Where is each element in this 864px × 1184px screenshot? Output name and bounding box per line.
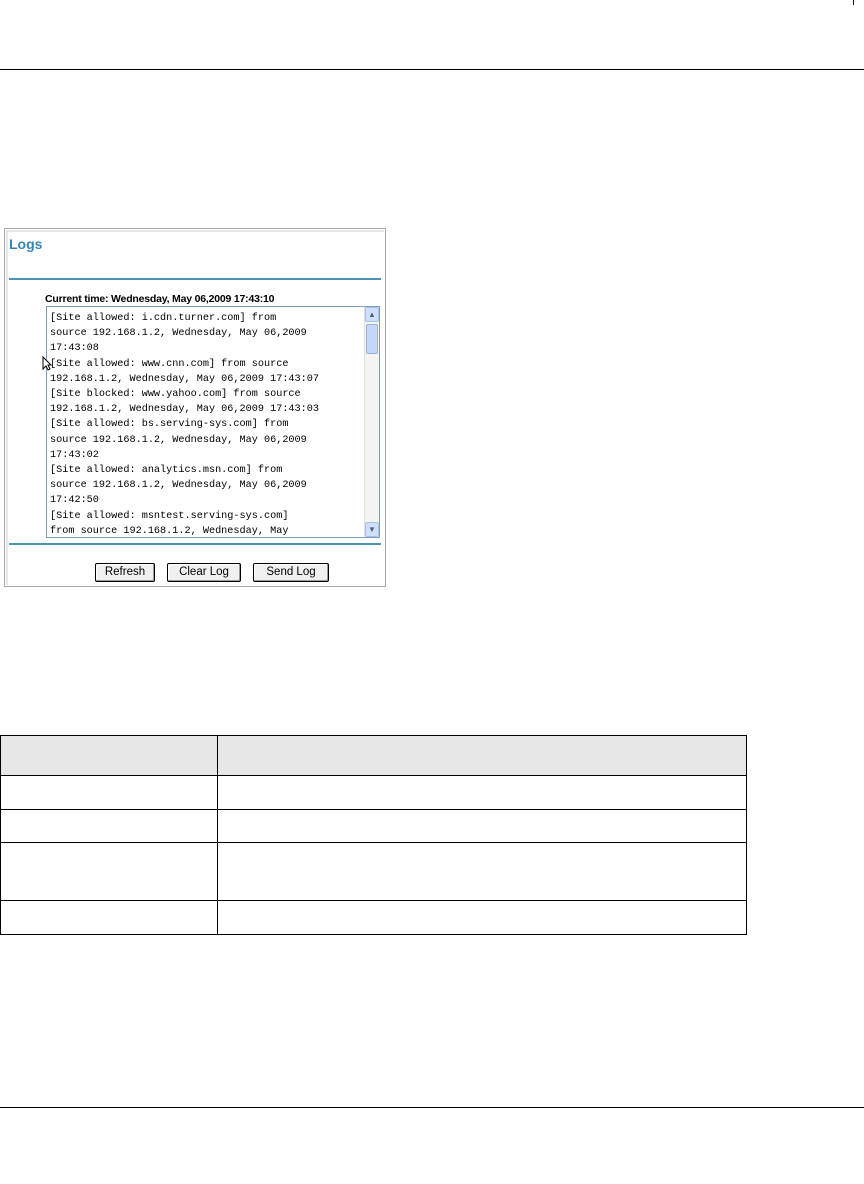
title-divider [9, 278, 381, 280]
buttons-divider [9, 543, 381, 545]
mouse-pointer-icon [42, 356, 52, 371]
scroll-down-icon[interactable]: ▼ [365, 522, 379, 537]
logs-panel-body: Logs Current time: Wednesday, May 06,200… [6, 230, 384, 585]
table-cell [217, 775, 747, 810]
current-time-label: Current time: Wednesday, May 06,2009 17:… [45, 293, 275, 305]
table-header-row [0, 735, 747, 776]
send-log-button[interactable]: Send Log [253, 563, 329, 582]
table-cell [0, 775, 218, 810]
scroll-thumb[interactable] [366, 324, 378, 354]
log-content: [Site allowed: i.cdn.turner.com] from so… [50, 313, 319, 537]
table-row [0, 842, 747, 901]
footer-rule [0, 1107, 864, 1108]
refresh-button[interactable]: Refresh [95, 563, 155, 582]
table-cell [217, 900, 747, 935]
table-header-cell [217, 735, 747, 776]
table-cell [0, 842, 218, 901]
header-rule [0, 69, 864, 70]
scroll-up-icon[interactable]: ▲ [365, 307, 379, 322]
table-row [0, 775, 747, 810]
logs-screenshot: Logs Current time: Wednesday, May 06,200… [4, 228, 386, 587]
table-cell [0, 809, 218, 843]
table-cell [217, 842, 747, 901]
log-textarea[interactable]: [Site allowed: i.cdn.turner.com] from so… [46, 306, 380, 538]
table-cell [217, 809, 747, 843]
table-cell [0, 900, 218, 935]
table-row [0, 809, 747, 843]
table-row [0, 900, 747, 935]
settings-table [0, 735, 747, 935]
logs-title: Logs [9, 236, 43, 252]
clear-log-button[interactable]: Clear Log [167, 563, 241, 582]
table-header-cell [0, 735, 218, 776]
log-scrollbar[interactable]: ▲ ▼ [364, 307, 379, 537]
top-right-tick [853, 0, 854, 5]
